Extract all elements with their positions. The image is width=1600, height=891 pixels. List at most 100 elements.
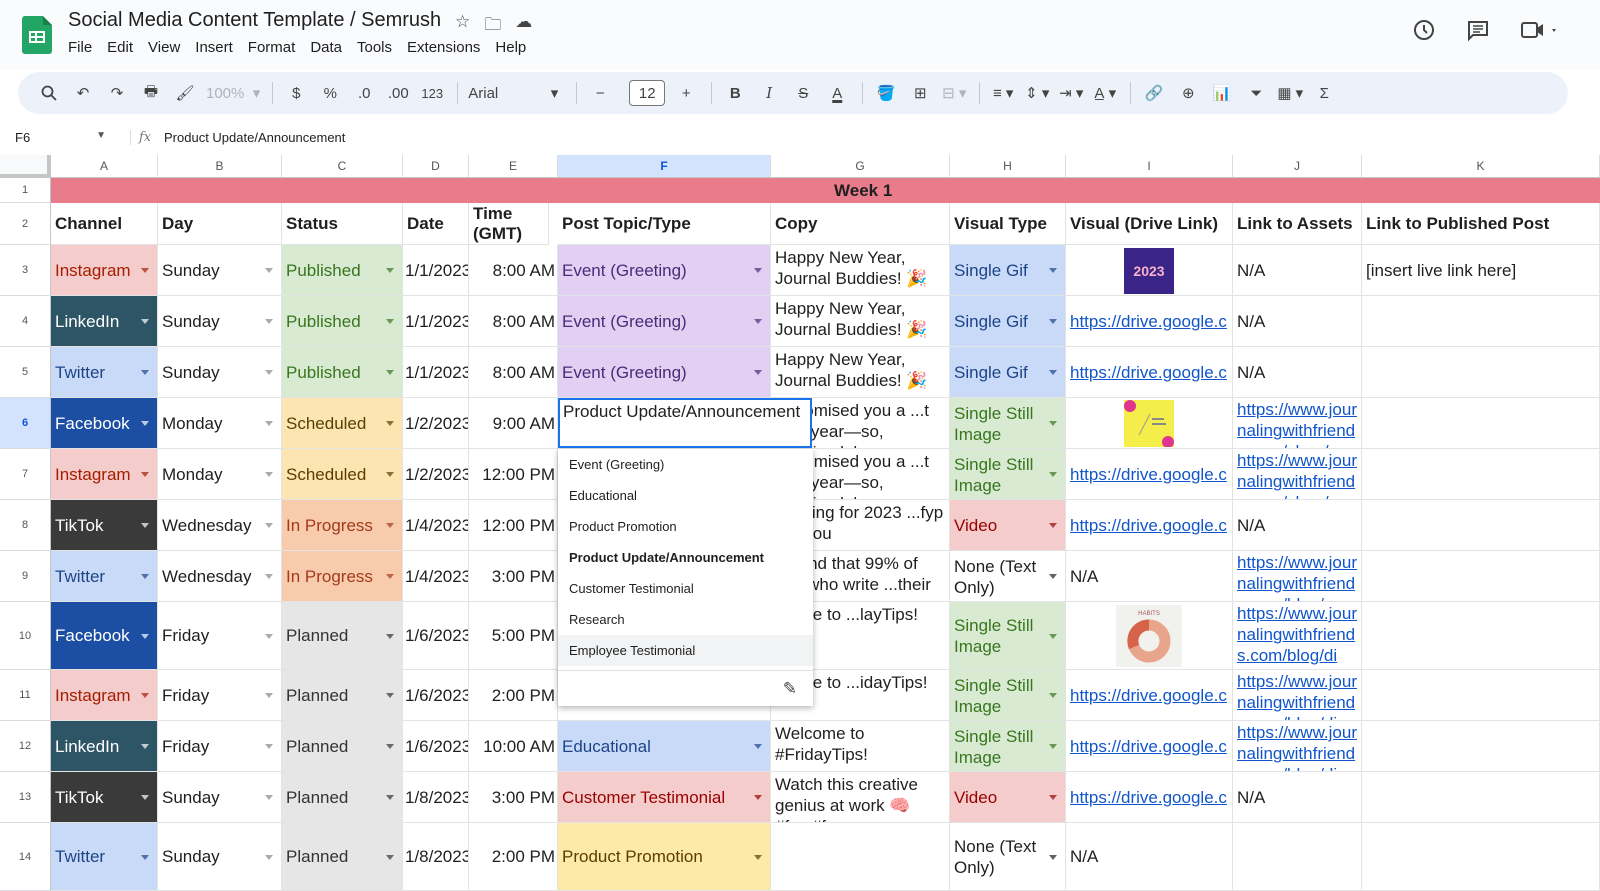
header-cell-time-gmt[interactable]: Time (GMT) (469, 203, 549, 245)
time-cell[interactable]: 5:00 PM (469, 602, 558, 670)
font-size-input[interactable]: 12 (629, 80, 666, 106)
new-year-2023-thumbnail[interactable]: 2023 (1124, 248, 1174, 294)
visual-type-cell[interactable]: Single Still Image (950, 602, 1066, 670)
status-cell[interactable]: Published (282, 347, 403, 398)
date-cell[interactable]: 1/2/2023 (403, 449, 469, 500)
functions-button[interactable]: Σ (1311, 79, 1337, 107)
copy-cell[interactable] (771, 823, 950, 891)
day-cell[interactable]: Sunday (158, 823, 282, 891)
visual-type-cell[interactable]: Single Gif (950, 245, 1066, 296)
row-header-13[interactable]: 13 (0, 772, 51, 823)
visual-cell[interactable]: https://drive.google.c (1066, 347, 1233, 398)
row-header-11[interactable]: 11 (0, 670, 51, 721)
time-cell[interactable]: 10:00 AM (469, 721, 558, 772)
dropdown-arrow-icon[interactable] (1049, 370, 1057, 375)
date-cell[interactable]: 1/8/2023 (403, 772, 469, 823)
cloud-status-icon[interactable]: ☁ (515, 12, 532, 41)
day-cell[interactable]: Sunday (158, 245, 282, 296)
column-header-h[interactable]: H (950, 155, 1066, 178)
insert-link-icon[interactable]: 🔗 (1141, 79, 1167, 107)
menu-edit[interactable]: Edit (107, 39, 141, 56)
visual-type-cell[interactable]: None (Text Only) (950, 823, 1066, 891)
zoom-select[interactable]: 100% ▾ (206, 79, 260, 107)
status-cell[interactable]: Published (282, 296, 403, 347)
copy-cell[interactable]: Welcome to #FridayTips! (771, 721, 950, 772)
date-cell[interactable]: 1/6/2023 (403, 721, 469, 772)
time-cell[interactable]: 8:00 AM (469, 245, 558, 296)
published-link-cell[interactable] (1362, 398, 1600, 449)
dropdown-arrow-icon[interactable] (141, 744, 149, 749)
dropdown-arrow-icon[interactable] (265, 574, 273, 579)
dropdown-option[interactable]: Employee Testimonial (558, 635, 813, 666)
dropdown-option[interactable]: Customer Testimonial (558, 573, 813, 604)
column-header-i[interactable]: I (1066, 155, 1233, 178)
meet-icon[interactable] (1520, 18, 1560, 48)
dropdown-arrow-icon[interactable] (1049, 854, 1057, 860)
topic-cell[interactable]: Customer Testimonial (558, 772, 771, 823)
visual-type-cell[interactable]: Single Gif (950, 296, 1066, 347)
visual-cell[interactable]: https://drive.google.c (1066, 296, 1233, 347)
date-cell[interactable]: 1/8/2023 (403, 823, 469, 891)
copy-cell[interactable]: Happy New Year, Journal Buddies! 🎉 (771, 245, 950, 296)
dropdown-option[interactable]: Event (Greeting) (558, 449, 813, 480)
published-link-cell[interactable] (1362, 347, 1600, 398)
row-header-7[interactable]: 7 (0, 449, 51, 500)
dropdown-arrow-icon[interactable] (386, 370, 394, 375)
text-wrapping-icon[interactable]: ⇥ ▾ (1058, 79, 1084, 107)
published-link-cell[interactable] (1362, 772, 1600, 823)
text-color-button[interactable]: A (824, 79, 850, 107)
dropdown-arrow-icon[interactable] (386, 744, 394, 749)
dropdown-arrow-icon[interactable] (754, 854, 762, 860)
day-cell[interactable]: Sunday (158, 296, 282, 347)
text-rotation-icon[interactable]: A̲ ▾ (1092, 79, 1118, 107)
undo-icon[interactable]: ↶ (70, 79, 96, 107)
insert-comment-icon[interactable]: ⊕ (1175, 79, 1201, 107)
dropdown-arrow-icon[interactable] (141, 472, 149, 477)
dropdown-arrow-icon[interactable] (754, 744, 762, 749)
dropdown-arrow-icon[interactable] (141, 421, 149, 426)
header-cell-copy[interactable]: Copy (771, 203, 950, 245)
menu-view[interactable]: View (148, 39, 188, 56)
channel-cell[interactable]: TikTok (51, 772, 158, 823)
header-cell-status[interactable]: Status (282, 203, 403, 245)
dropdown-arrow-icon[interactable] (265, 744, 273, 749)
dropdown-arrow-icon[interactable] (386, 319, 394, 324)
dropdown-arrow-icon[interactable] (1049, 633, 1057, 639)
time-cell[interactable]: 8:00 AM (469, 347, 558, 398)
drive-link[interactable]: https://drive.google.c (1070, 362, 1227, 383)
filter-icon[interactable]: ⏷ (1243, 79, 1269, 107)
dropdown-option[interactable]: Research (558, 604, 813, 635)
published-link-cell[interactable] (1362, 500, 1600, 551)
published-link-cell[interactable] (1362, 296, 1600, 347)
select-all-corner[interactable] (0, 155, 51, 178)
search-menus-icon[interactable] (36, 79, 62, 107)
time-cell[interactable]: 3:00 PM (469, 551, 558, 602)
dropdown-arrow-icon[interactable] (265, 795, 273, 800)
increase-decimal-button[interactable]: .00 (385, 79, 411, 107)
decrease-font-size-button[interactable]: − (587, 79, 613, 107)
header-cell-visual-drive-link[interactable]: Visual (Drive Link) (1066, 203, 1233, 245)
assets-cell[interactable]: N/A (1233, 772, 1362, 823)
row-header-8[interactable]: 8 (0, 500, 51, 551)
assets-cell[interactable]: https://www.journalingwithfriends.com/bl… (1233, 670, 1362, 721)
channel-cell[interactable]: Twitter (51, 347, 158, 398)
insert-chart-icon[interactable]: 📊 (1209, 79, 1235, 107)
published-link-cell[interactable] (1362, 551, 1600, 602)
menu-tools[interactable]: Tools (357, 39, 400, 56)
date-cell[interactable]: 1/1/2023 (403, 347, 469, 398)
dropdown-arrow-icon[interactable] (1049, 523, 1057, 528)
time-cell[interactable]: 8:00 AM (469, 296, 558, 347)
drive-link[interactable]: https://drive.google.c (1070, 311, 1227, 332)
channel-cell[interactable]: Instagram (51, 245, 158, 296)
assets-cell[interactable]: N/A (1233, 245, 1362, 296)
visual-type-cell[interactable]: Single Still Image (950, 670, 1066, 721)
row-header-14[interactable]: 14 (0, 823, 51, 891)
assets-cell[interactable] (1233, 823, 1362, 891)
decrease-decimal-button[interactable]: .0 (351, 79, 377, 107)
row-header-6[interactable]: 6 (0, 398, 51, 449)
date-cell[interactable]: 1/4/2023 (403, 500, 469, 551)
menu-help[interactable]: Help (495, 39, 534, 56)
dropdown-arrow-icon[interactable] (1049, 693, 1057, 698)
time-cell[interactable]: 3:00 PM (469, 772, 558, 823)
dropdown-arrow-icon[interactable] (265, 633, 273, 639)
